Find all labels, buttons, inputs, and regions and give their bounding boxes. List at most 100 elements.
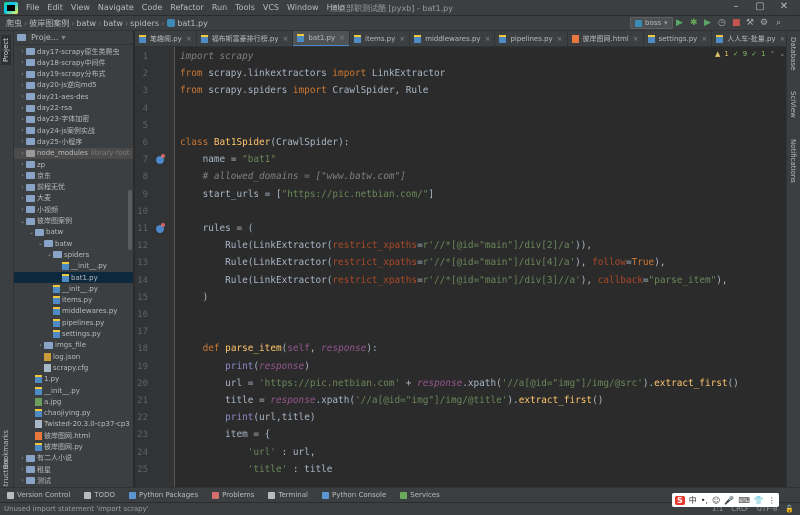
- chevron-right-icon[interactable]: ›: [19, 105, 26, 112]
- tree-item[interactable]: 彼岸图网.py: [14, 442, 133, 453]
- editor-tab[interactable]: 彼岸图网.html ×: [568, 31, 644, 46]
- bottom-tool-services[interactable]: Services: [393, 491, 447, 499]
- menu-item-file[interactable]: File: [22, 3, 43, 12]
- inspection-widget[interactable]: ▲ 1 ✓ 9 ✓ 1 ⌃ ⌄: [715, 50, 785, 58]
- menu-item-run[interactable]: Run: [208, 3, 231, 12]
- close-tab-icon[interactable]: ×: [339, 34, 345, 42]
- chevron-right-icon[interactable]: ›: [19, 172, 26, 179]
- tree-item[interactable]: › day24-js案例实战: [14, 125, 133, 136]
- tree-item[interactable]: ⌄ spiders: [14, 249, 133, 260]
- database-tool-tab[interactable]: Database: [789, 37, 797, 70]
- coverage-icon[interactable]: ▶: [704, 18, 711, 28]
- tree-item[interactable]: middlewares.py: [14, 306, 133, 317]
- ime-item[interactable]: ☺: [712, 496, 720, 505]
- editor-tab[interactable]: middlewares.py ×: [410, 31, 496, 46]
- tree-item[interactable]: 1.py: [14, 374, 133, 385]
- input-method-toolbar[interactable]: S 中 •, ☺ 🎤 ⌨ 👕 ⋮: [672, 493, 779, 507]
- tree-item[interactable]: __init__.py: [14, 283, 133, 294]
- stop-icon[interactable]: ■: [732, 18, 741, 28]
- tree-item[interactable]: › 前程无忧: [14, 182, 133, 193]
- run-configuration-select[interactable]: boss ▾: [630, 17, 673, 29]
- chevron-down-icon[interactable]: ⌄: [19, 218, 26, 225]
- breadcrumb-item[interactable]: batw: [74, 19, 98, 28]
- close-tab-icon[interactable]: ×: [557, 35, 563, 43]
- tools-icon[interactable]: ⚒: [746, 18, 754, 28]
- tree-item[interactable]: log.json: [14, 351, 133, 362]
- code-editor[interactable]: import scrapy from scrapy.linkextractors …: [176, 47, 786, 487]
- ime-item[interactable]: ⋮: [768, 496, 776, 505]
- tree-item[interactable]: __init__.py: [14, 261, 133, 272]
- close-icon[interactable]: ✕: [772, 1, 796, 12]
- bottom-tool-version-control[interactable]: Version Control: [0, 491, 77, 499]
- editor-tab[interactable]: 笔趣阁.py ×: [135, 31, 197, 46]
- menu-item-refactor[interactable]: Refactor: [166, 3, 208, 12]
- chevron-right-icon[interactable]: ›: [19, 477, 26, 484]
- chevron-right-icon[interactable]: ›: [19, 82, 26, 89]
- chevron-right-icon[interactable]: ›: [19, 59, 26, 66]
- chevron-right-icon[interactable]: ›: [19, 48, 26, 55]
- close-tab-icon[interactable]: ×: [780, 35, 786, 43]
- tree-item[interactable]: › 京东: [14, 170, 133, 181]
- minimize-icon[interactable]: –: [724, 1, 748, 12]
- tree-item[interactable]: › node_modules library root: [14, 147, 133, 159]
- settings-gear-icon[interactable]: ⚙: [760, 18, 768, 28]
- chevron-down-icon[interactable]: ⌄: [28, 229, 35, 236]
- breadcrumb-item[interactable]: bat1.py: [175, 19, 210, 28]
- chevron-right-icon[interactable]: ›: [19, 161, 26, 168]
- close-tab-icon[interactable]: ×: [283, 35, 289, 43]
- tree-item[interactable]: › day22-rsa: [14, 103, 133, 114]
- chevron-right-icon[interactable]: ›: [19, 150, 26, 157]
- bottom-tool-terminal[interactable]: Terminal: [261, 491, 315, 499]
- project-panel-title[interactable]: Proje...: [31, 33, 58, 42]
- close-tab-icon[interactable]: ×: [485, 35, 491, 43]
- tree-item[interactable]: › 测试: [14, 475, 133, 486]
- sciview-tool-tab[interactable]: SciView: [789, 91, 797, 118]
- tree-item[interactable]: a.jpg: [14, 396, 133, 407]
- close-tab-icon[interactable]: ×: [399, 35, 405, 43]
- breadcrumb-item[interactable]: 爬虫: [4, 18, 24, 29]
- editor-tab[interactable]: items.py ×: [350, 31, 411, 46]
- tree-item[interactable]: settings.py: [14, 329, 133, 340]
- ime-item[interactable]: 👕: [754, 496, 764, 505]
- bottom-tool-todo[interactable]: TODO: [77, 491, 122, 499]
- breadcrumb-item[interactable]: spiders: [128, 19, 161, 28]
- tree-item[interactable]: › 小视频: [14, 204, 133, 215]
- close-tab-icon[interactable]: ×: [186, 35, 192, 43]
- chevron-right-icon[interactable]: ›: [19, 184, 26, 191]
- editor-tab[interactable]: bat1.py ×: [293, 31, 350, 46]
- chevron-right-icon[interactable]: ›: [19, 71, 26, 78]
- tree-item[interactable]: › day23-字体加密: [14, 114, 133, 125]
- tree-item[interactable]: › imgs_file: [14, 340, 133, 351]
- tree-item[interactable]: › day21-aes-des: [14, 91, 133, 102]
- tree-item[interactable]: 彼岸图网.html: [14, 430, 133, 441]
- editor-tab[interactable]: 人人车-批量.py ×: [712, 31, 786, 46]
- override-marker-icon[interactable]: [156, 223, 165, 233]
- tree-item[interactable]: ⌄ batw: [14, 238, 133, 249]
- menu-item-vcs[interactable]: VCS: [259, 3, 283, 12]
- tree-item[interactable]: › 租星: [14, 464, 133, 475]
- bottom-tool-python-console[interactable]: Python Console: [315, 491, 393, 499]
- tree-item[interactable]: ⌄ batw: [14, 227, 133, 238]
- status-message[interactable]: Unused import statement 'import scrapy': [0, 505, 149, 513]
- editor-tab[interactable]: 福布斯富豪排行榜.py ×: [197, 31, 294, 46]
- tree-item[interactable]: › day17-scrapy原生类爬虫: [14, 46, 133, 57]
- project-tool-tab[interactable]: Project: [1, 35, 11, 65]
- tree-item[interactable]: pipelines.py: [14, 317, 133, 328]
- chevron-right-icon[interactable]: ›: [37, 342, 44, 349]
- tree-item[interactable]: items.py: [14, 295, 133, 306]
- chevron-down-icon[interactable]: ⌄: [37, 240, 44, 247]
- debug-icon[interactable]: ✱: [690, 18, 698, 28]
- chevron-right-icon[interactable]: ›: [19, 455, 26, 462]
- notifications-tool-tab[interactable]: Notifications: [789, 139, 797, 183]
- lock-icon[interactable]: 🔓: [785, 505, 794, 513]
- override-marker-icon[interactable]: [156, 154, 165, 165]
- editor-tab[interactable]: pipelines.py ×: [495, 31, 568, 46]
- breadcrumb-item[interactable]: batw: [101, 19, 125, 28]
- tree-item[interactable]: Twisted-20.3.0-cp37-cp3: [14, 419, 133, 430]
- menu-item-tools[interactable]: Tools: [231, 3, 259, 12]
- editor-tab[interactable]: settings.py ×: [644, 31, 713, 46]
- tree-item[interactable]: ⌄ 彼岸图案例: [14, 216, 133, 227]
- tree-item[interactable]: › day18-scrapy中间件: [14, 57, 133, 68]
- chevron-right-icon[interactable]: ›: [19, 127, 26, 134]
- chevron-down-icon[interactable]: ⌄: [779, 50, 785, 58]
